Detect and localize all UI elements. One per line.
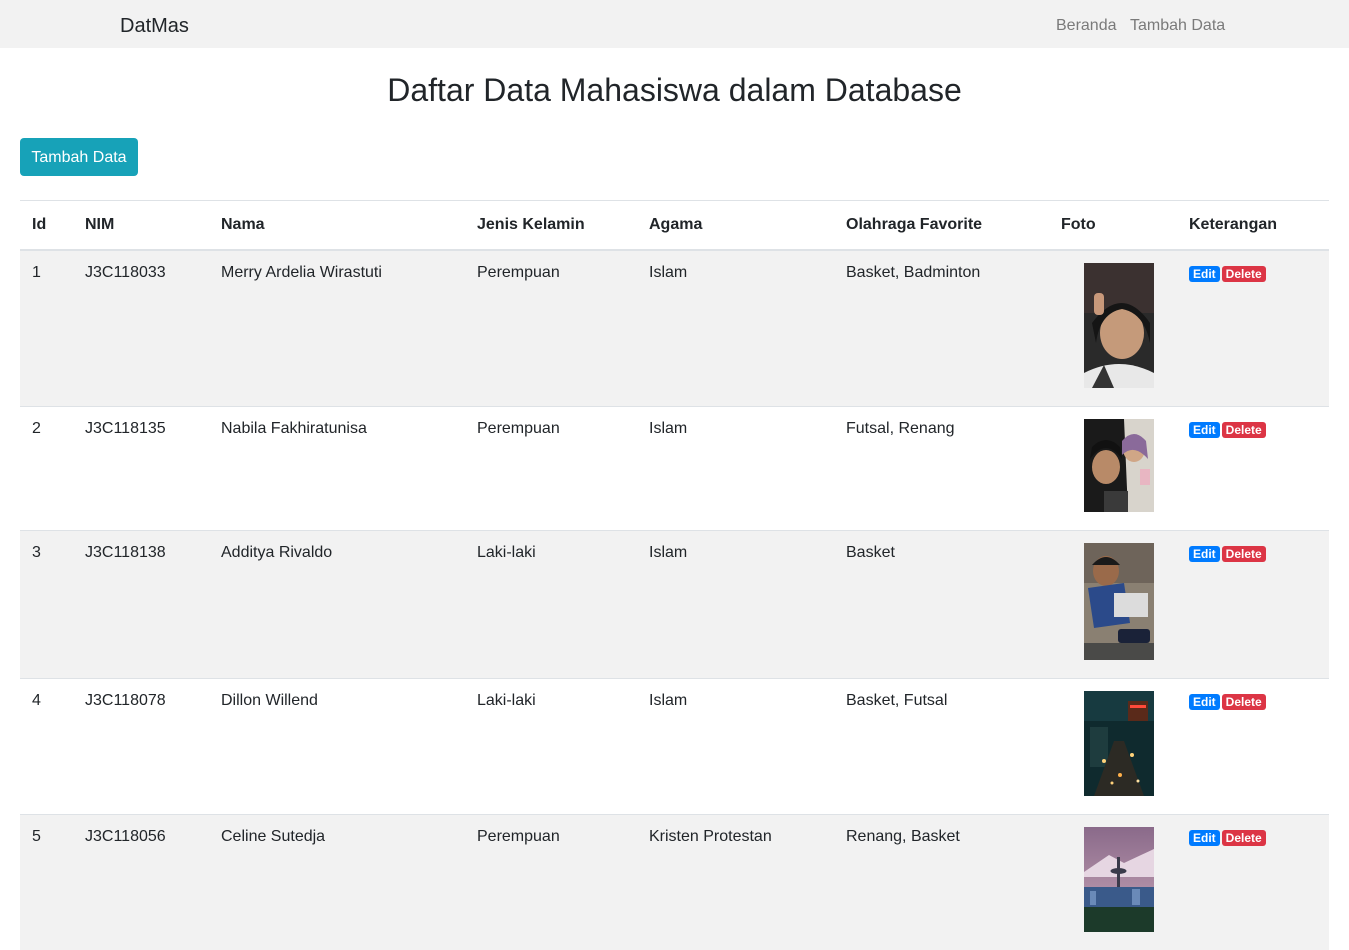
delete-button[interactable]: Delete: [1222, 830, 1266, 846]
cell-id: 1: [20, 250, 73, 407]
delete-button[interactable]: Delete: [1222, 422, 1266, 438]
cell-olahraga: Basket, Futsal: [834, 679, 1049, 815]
nav-link-tambah-data[interactable]: Tambah Data: [1130, 16, 1225, 36]
table-row: 3 J3C118138 Additya Rivaldo Laki-laki Is…: [20, 531, 1329, 679]
table-row: 4 J3C118078 Dillon Willend Laki-laki Isl…: [20, 679, 1329, 815]
edit-button[interactable]: Edit: [1189, 830, 1220, 846]
nav-link-beranda[interactable]: Beranda: [1056, 16, 1117, 36]
cell-nama: Additya Rivaldo: [209, 531, 465, 679]
student-photo: [1084, 419, 1154, 512]
cell-nim: J3C118078: [73, 679, 209, 815]
cell-nama: Nabila Fakhiratunisa: [209, 407, 465, 531]
cell-nama: Merry Ardelia Wirastuti: [209, 250, 465, 407]
cell-jenis-kelamin: Laki-laki: [465, 679, 637, 815]
cell-foto: [1049, 815, 1177, 950]
cell-foto: [1049, 679, 1177, 815]
cell-id: 4: [20, 679, 73, 815]
cell-jenis-kelamin: Laki-laki: [465, 531, 637, 679]
cell-agama: Islam: [637, 407, 834, 531]
cell-agama: Kristen Protestan: [637, 815, 834, 950]
delete-button[interactable]: Delete: [1222, 694, 1266, 710]
cell-nim: J3C118033: [73, 250, 209, 407]
cell-foto: [1049, 250, 1177, 407]
cell-keterangan: EditDelete: [1177, 815, 1329, 950]
header-nama: Nama: [209, 201, 465, 251]
table-row: 1 J3C118033 Merry Ardelia Wirastuti Pere…: [20, 250, 1329, 407]
cell-nama: Celine Sutedja: [209, 815, 465, 950]
header-nim: NIM: [73, 201, 209, 251]
cell-nim: J3C118135: [73, 407, 209, 531]
header-agama: Agama: [637, 201, 834, 251]
cell-agama: Islam: [637, 531, 834, 679]
edit-button[interactable]: Edit: [1189, 546, 1220, 562]
page-title: Daftar Data Mahasiswa dalam Database: [0, 70, 1349, 110]
student-photo: [1084, 827, 1154, 932]
table-row: 5 J3C118056 Celine Sutedja Perempuan Kri…: [20, 815, 1329, 950]
delete-button[interactable]: Delete: [1222, 546, 1266, 562]
cell-olahraga: Basket: [834, 531, 1049, 679]
cell-keterangan: EditDelete: [1177, 679, 1329, 815]
cell-foto: [1049, 531, 1177, 679]
header-olahraga: Olahraga Favorite: [834, 201, 1049, 251]
table-row: 2 J3C118135 Nabila Fakhiratunisa Perempu…: [20, 407, 1329, 531]
header-keterangan: Keterangan: [1177, 201, 1329, 251]
cell-jenis-kelamin: Perempuan: [465, 815, 637, 950]
brand-logo[interactable]: DatMas: [120, 14, 189, 38]
cell-keterangan: EditDelete: [1177, 531, 1329, 679]
student-photo: [1084, 543, 1154, 660]
cell-agama: Islam: [637, 679, 834, 815]
cell-olahraga: Basket, Badminton: [834, 250, 1049, 407]
header-id: Id: [20, 201, 73, 251]
cell-olahraga: Renang, Basket: [834, 815, 1049, 950]
student-photo: [1084, 691, 1154, 796]
cell-agama: Islam: [637, 250, 834, 407]
edit-button[interactable]: Edit: [1189, 694, 1220, 710]
table-header-row: Id NIM Nama Jenis Kelamin Agama Olahraga…: [20, 201, 1329, 251]
cell-id: 5: [20, 815, 73, 950]
cell-id: 3: [20, 531, 73, 679]
cell-nim: J3C118056: [73, 815, 209, 950]
cell-keterangan: EditDelete: [1177, 407, 1329, 531]
delete-button[interactable]: Delete: [1222, 266, 1266, 282]
cell-jenis-kelamin: Perempuan: [465, 250, 637, 407]
cell-nim: J3C118138: [73, 531, 209, 679]
cell-nama: Dillon Willend: [209, 679, 465, 815]
cell-jenis-kelamin: Perempuan: [465, 407, 637, 531]
add-data-button[interactable]: Tambah Data: [20, 138, 138, 176]
cell-id: 2: [20, 407, 73, 531]
cell-keterangan: EditDelete: [1177, 250, 1329, 407]
navbar: DatMas Beranda Tambah Data: [0, 0, 1349, 48]
header-jenis-kelamin: Jenis Kelamin: [465, 201, 637, 251]
edit-button[interactable]: Edit: [1189, 422, 1220, 438]
edit-button[interactable]: Edit: [1189, 266, 1220, 282]
cell-olahraga: Futsal, Renang: [834, 407, 1049, 531]
cell-foto: [1049, 407, 1177, 531]
student-photo: [1084, 263, 1154, 388]
student-table: Id NIM Nama Jenis Kelamin Agama Olahraga…: [20, 200, 1329, 950]
header-foto: Foto: [1049, 201, 1177, 251]
